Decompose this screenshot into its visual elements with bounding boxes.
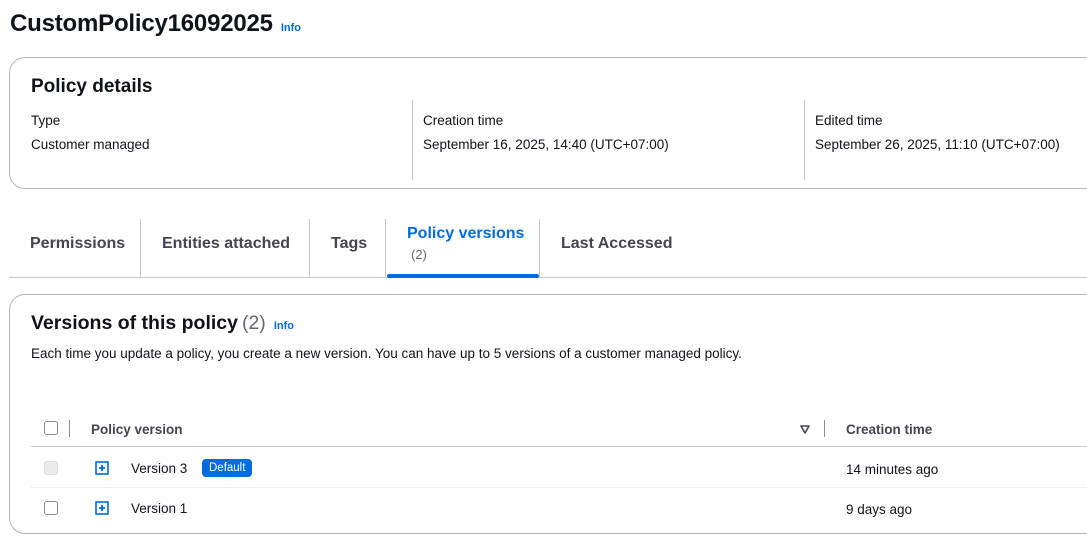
versions-title: Versions of this policy: [31, 312, 238, 334]
row-checkbox: [44, 461, 58, 475]
page: CustomPolicy16092025 Info Policy details…: [0, 0, 1087, 543]
expand-icon[interactable]: [95, 501, 109, 515]
tab-policy-versions-count: (2): [411, 247, 427, 262]
tab-last-accessed-label: Last Accessed: [561, 235, 673, 252]
header-info-link[interactable]: Info: [281, 22, 301, 34]
active-tab-indicator: [387, 274, 539, 278]
tab-bar: Permissions Entities attached Tags Polic…: [9, 219, 1087, 278]
row-creation-time: 9 days ago: [846, 502, 913, 517]
row-version: Version 1: [131, 501, 188, 516]
tab-entities-attached-label: Entities attached: [162, 235, 291, 252]
table-row: Version 1 9 days ago: [31, 489, 1087, 529]
creation-time-value: September 16, 2025, 14:40 (UTC+07:00): [423, 137, 669, 152]
versions-count: (2): [241, 312, 266, 334]
tab-tags[interactable]: Tags: [310, 219, 385, 277]
type-value: Customer managed: [31, 137, 150, 152]
tab-permissions[interactable]: Permissions: [9, 219, 140, 277]
tab-entities-attached[interactable]: Entities attached: [141, 219, 309, 277]
sort-descending-icon[interactable]: [799, 423, 811, 435]
edited-time-column: Edited time September 26, 2025, 11:10 (U…: [804, 100, 1087, 180]
tab-divider: [385, 219, 386, 277]
edited-time-label: Edited time: [815, 113, 883, 128]
tab-last-accessed[interactable]: Last Accessed: [540, 219, 690, 277]
expand-icon[interactable]: [95, 461, 109, 475]
creation-time-column: Creation time September 16, 2025, 14:40 …: [412, 100, 805, 180]
tab-policy-versions-label: Policy versions: [407, 225, 525, 242]
page-title: CustomPolicy16092025: [10, 10, 273, 37]
versions-header: Versions of this policy (2) Info: [31, 312, 294, 335]
default-badge: Default: [202, 459, 253, 477]
versions-description: Each time you update a policy, you creat…: [31, 346, 742, 361]
table-row: Version 3 Default 14 minutes ago: [31, 448, 1087, 488]
versions-info-link[interactable]: Info: [274, 320, 294, 332]
edited-time-value: September 26, 2025, 11:10 (UTC+07:00): [815, 137, 1060, 152]
type-label: Type: [31, 113, 61, 128]
column-header-creation-time[interactable]: Creation time: [846, 422, 932, 437]
row-checkbox[interactable]: [44, 501, 58, 515]
column-divider: [824, 420, 825, 437]
policy-details-card: Policy details Type Customer managed Cre…: [9, 57, 1087, 189]
column-divider: [69, 420, 70, 437]
tab-policy-versions[interactable]: Policy versions (2): [387, 219, 539, 278]
versions-card: Versions of this policy (2) Info Each ti…: [9, 294, 1087, 534]
page-header: CustomPolicy16092025 Info: [10, 10, 301, 38]
select-all-checkbox[interactable]: [44, 421, 58, 435]
type-column: Type Customer managed: [31, 100, 411, 180]
tab-permissions-label: Permissions: [30, 235, 126, 252]
policy-details-title: Policy details: [31, 76, 153, 97]
column-header-policy-version[interactable]: Policy version: [91, 422, 183, 437]
table-header: Policy version Creation time: [31, 415, 1087, 447]
row-version: Version 3: [131, 461, 188, 476]
creation-time-label: Creation time: [423, 113, 504, 128]
row-creation-time: 14 minutes ago: [846, 462, 939, 477]
tab-tags-label: Tags: [331, 235, 368, 252]
